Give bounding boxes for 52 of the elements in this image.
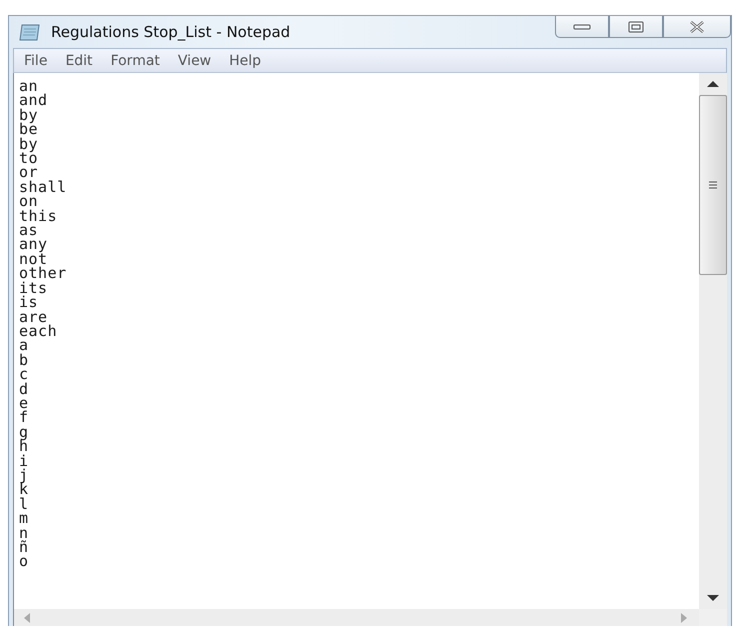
text-line: not bbox=[19, 252, 48, 266]
text-line: e bbox=[19, 396, 30, 410]
maximize-button[interactable] bbox=[609, 16, 663, 38]
grip-icon bbox=[708, 181, 718, 189]
scroll-down-icon[interactable] bbox=[707, 595, 719, 601]
text-line: o bbox=[19, 554, 30, 569]
notepad-icon bbox=[19, 23, 41, 41]
text-line: b bbox=[19, 352, 30, 368]
text-line: is bbox=[19, 295, 38, 310]
text-line: g bbox=[19, 424, 30, 440]
text-line: its bbox=[19, 280, 49, 296]
text-line: other bbox=[19, 266, 68, 281]
text-line: f bbox=[19, 410, 30, 425]
text-line: i bbox=[19, 454, 30, 468]
text-line: n bbox=[19, 526, 30, 540]
close-icon bbox=[688, 20, 706, 32]
text-line: be bbox=[19, 122, 40, 137]
scroll-up-icon[interactable] bbox=[707, 81, 719, 87]
text-line: by bbox=[19, 108, 40, 122]
text-line: on bbox=[19, 194, 38, 209]
text-line: or bbox=[19, 165, 38, 180]
text-line: ñ bbox=[19, 540, 30, 554]
text-line: a bbox=[19, 338, 29, 353]
vertical-scrollbar[interactable] bbox=[699, 73, 727, 609]
menu-item[interactable]: Help bbox=[229, 52, 262, 68]
menu-item[interactable]: Format bbox=[110, 52, 160, 68]
menu-item[interactable]: View bbox=[178, 52, 212, 68]
text-line: l bbox=[19, 496, 30, 512]
text-line: c bbox=[19, 367, 30, 382]
scroll-thumb[interactable] bbox=[699, 95, 727, 275]
menu-item[interactable]: File bbox=[24, 52, 48, 68]
text-line: any bbox=[19, 237, 49, 252]
text-line: as bbox=[19, 223, 38, 238]
maximize-icon bbox=[627, 20, 645, 32]
window-title: Regulations Stop_List - Notepad bbox=[51, 23, 290, 41]
text-line: m bbox=[19, 511, 30, 526]
text-line: k bbox=[19, 482, 30, 497]
text-line: j bbox=[19, 468, 30, 482]
text-line: to bbox=[19, 151, 40, 166]
text-line: this bbox=[19, 208, 58, 224]
text-line: shall bbox=[19, 180, 68, 194]
text-line: an bbox=[19, 79, 38, 94]
minimize-icon bbox=[573, 22, 591, 30]
text-line: are bbox=[19, 310, 48, 324]
text-line: d bbox=[19, 382, 30, 396]
close-button[interactable] bbox=[663, 16, 731, 38]
text-line: h bbox=[19, 439, 30, 454]
text-line: each bbox=[19, 324, 58, 338]
text-line: by bbox=[19, 136, 40, 152]
menu-item[interactable]: Edit bbox=[65, 52, 93, 68]
text-line: and bbox=[19, 93, 49, 108]
minimize-button[interactable] bbox=[555, 16, 609, 38]
